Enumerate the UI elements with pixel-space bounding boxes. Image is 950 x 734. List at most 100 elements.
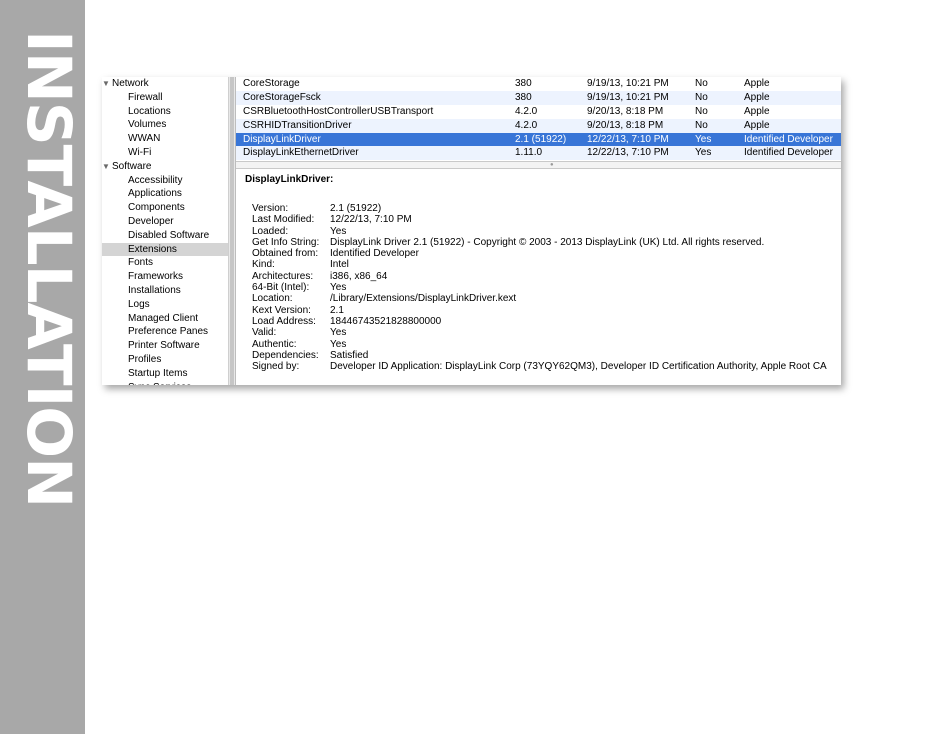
sidebar-item-printer-software[interactable]: Printer Software (102, 339, 228, 353)
sidebar-item-profiles[interactable]: Profiles (102, 353, 228, 367)
table-row[interactable]: CoreStorage 380 9/19/13, 10:21 PM No Apple (236, 77, 841, 91)
detail-field-value: DisplayLink Driver 2.1 (51922) - Copyrig… (330, 236, 765, 248)
sidebar-item-label: Firewall (128, 91, 163, 103)
disclosure-triangle-icon[interactable]: ▼ (102, 77, 112, 91)
sidebar-item-label: Managed Client (128, 312, 199, 324)
sidebar-item-fonts[interactable]: Fonts (102, 256, 228, 270)
sidebar-item-label: Preference Panes (128, 326, 209, 338)
detail-field-value: Yes (330, 327, 347, 339)
sidebar-item-label: Wi-Fi (128, 146, 152, 158)
cell-obtained-from: Apple (744, 119, 770, 131)
sidebar-item-installations[interactable]: Installations (102, 284, 228, 298)
sidebar-item-developer[interactable]: Developer (102, 215, 228, 229)
cell-version: 380 (515, 78, 532, 89)
detail-field-value: Developer ID Application: DisplayLink Co… (330, 361, 827, 373)
detail-title: DisplayLinkDriver: (245, 174, 334, 185)
detail-field-value: /Library/Extensions/DisplayLinkDriver.ke… (330, 293, 517, 305)
detail-field: Dependencies: Satisfied (245, 350, 835, 361)
table-row[interactable]: DisplayLinkEthernetDriver 1.11.0 12/22/13,… (236, 146, 841, 161)
sidebar-item-locations[interactable]: Locations (102, 105, 228, 119)
sidebar-item-software[interactable]: ▼ Software (102, 160, 228, 174)
sidebar-item-label: Disabled Software (128, 229, 210, 241)
extensions-table[interactable]: CoreStorage 380 9/19/13, 10:21 PM No Apple Co… (236, 77, 841, 161)
sidebar-item-label: Applications (128, 188, 182, 200)
sidebar-item-extensions[interactable]: Extensions (102, 242, 228, 257)
detail-field-value: Yes (330, 282, 347, 294)
cell-obtained-from: Identified Developer (744, 147, 833, 159)
detail-field-key: Kext Version: (252, 304, 311, 316)
detail-field-key: Kind: (252, 259, 275, 271)
detail-field-value: 2.1 (330, 304, 344, 316)
sidebar-item-startup-items[interactable]: Startup Items (102, 367, 228, 381)
sidebar-scrollbar[interactable] (228, 77, 236, 385)
sidebar-item-label: Frameworks (128, 271, 184, 283)
detail-field-key: Get Info String: (252, 236, 320, 248)
table-row[interactable]: CoreStorageFsck 380 9/19/13, 10:21 PM No App… (236, 90, 841, 105)
splitter-grip-icon[interactable]: ● (550, 162, 554, 168)
system-information-window: ▼ Network Firewall Locations Volumes WWAN Wi-F… (102, 77, 841, 385)
sidebar-item-components[interactable]: Components (102, 201, 228, 215)
pane-splitter[interactable]: ● (236, 161, 841, 169)
side-band: INSTALLATION (0, 0, 85, 734)
band-title: INSTALLATION (13, 30, 84, 508)
sidebar-item-wwan[interactable]: WWAN (102, 132, 228, 146)
detail-field-value: Satisfied (330, 349, 369, 361)
cell-version: 4.2.0 (515, 105, 538, 117)
cell-name: DisplayLinkEthernetDriver (243, 147, 359, 159)
detail-field: Location: /Library/Extensions/DisplayLink… (245, 293, 835, 304)
detail-field-value: Yes (330, 338, 347, 350)
cell-obtained-from: Identified Developer (744, 133, 833, 145)
sidebar-item-managed-client[interactable]: Managed Client (102, 312, 228, 326)
cell-modified: 9/20/13, 8:18 PM (587, 119, 664, 131)
sidebar-item-label: Logs (128, 298, 150, 310)
cell-name: CSRHIDTransitionDriver (243, 119, 352, 131)
detail-field-value: 12/22/13, 7:10 PM (330, 214, 412, 226)
sidebar-item-volumes[interactable]: Volumes (102, 118, 228, 132)
detail-field-key: Dependencies: (252, 349, 319, 361)
sidebar-item-label: Fonts (128, 257, 154, 269)
cell-modified: 12/22/13, 7:10 PM (587, 147, 669, 159)
category-tree[interactable]: ▼ Network Firewall Locations Volumes WWAN Wi-F… (102, 77, 228, 385)
sidebar-item-preference-panes[interactable]: Preference Panes (102, 325, 228, 339)
sidebar-item-frameworks[interactable]: Frameworks (102, 270, 228, 284)
detail-field: 64-Bit (Intel): Yes (245, 282, 835, 293)
detail-field: Signed by: Developer ID Application: Disp… (245, 361, 835, 372)
sidebar-item-wi-fi[interactable]: Wi-Fi (102, 146, 228, 160)
detail-field: Architectures: i386, x86_64 (245, 271, 835, 282)
sidebar-item-firewall[interactable]: Firewall (102, 91, 228, 105)
sidebar-item-sync-services[interactable]: Sync Services (102, 381, 228, 385)
detail-field-key: Last Modified: (252, 214, 315, 226)
sidebar-item-label: Extensions (128, 243, 177, 255)
sidebar-item-label: WWAN (128, 133, 161, 145)
cell-version: 4.2.0 (515, 119, 538, 131)
sidebar-item-label: Developer (128, 215, 174, 227)
sidebar-scroll-thumb[interactable] (230, 77, 234, 385)
table-row[interactable]: CSRHIDTransitionDriver 4.2.0 9/20/13, 8:18… (236, 118, 841, 133)
detail-field: Last Modified: 12/22/13, 7:10 PM (245, 214, 835, 225)
detail-field: Get Info String: DisplayLink Driver 2.1 (… (245, 237, 835, 248)
sidebar-item-applications[interactable]: Applications (102, 187, 228, 201)
detail-pane: DisplayLinkDriver: Version: 2.1 (51922) La… (245, 173, 835, 372)
sidebar-item-disabled-software[interactable]: Disabled Software (102, 229, 228, 243)
sidebar-item-label: Sync Services (128, 382, 191, 385)
detail-field: Kind: Intel (245, 259, 835, 270)
sidebar-item-accessibility[interactable]: Accessibility (102, 174, 228, 188)
detail-fields: Version: 2.1 (51922) Last Modified: 12/22/1… (245, 203, 835, 372)
detail-field: Kext Version: 2.1 (245, 305, 835, 316)
disclosure-triangle-icon[interactable]: ▼ (102, 160, 112, 174)
detail-field-key: Obtained from: (252, 248, 319, 260)
detail-field: Load Address: 18446743521828800000 (245, 316, 835, 327)
sidebar-item-label: Accessibility (128, 174, 183, 186)
table-row[interactable]: CSRBluetoothHostControllerUSBTransport 4.… (236, 105, 841, 119)
cell-loaded: No (695, 119, 708, 131)
cell-version: 2.1 (51922) (515, 133, 567, 145)
detail-field: Authentic: Yes (245, 339, 835, 350)
detail-field-key: Version: (252, 203, 289, 214)
table-row[interactable]: DisplayLinkDriver 2.1 (51922) 12/22/13, 7:… (236, 132, 841, 147)
detail-field-key: Valid: (252, 327, 277, 339)
sidebar-item-network[interactable]: ▼ Network (102, 77, 228, 91)
sidebar-item-label: Printer Software (128, 340, 200, 352)
sidebar-item-logs[interactable]: Logs (102, 298, 228, 312)
cell-version: 380 (515, 91, 532, 103)
sidebar-item-label: Startup Items (128, 367, 188, 379)
